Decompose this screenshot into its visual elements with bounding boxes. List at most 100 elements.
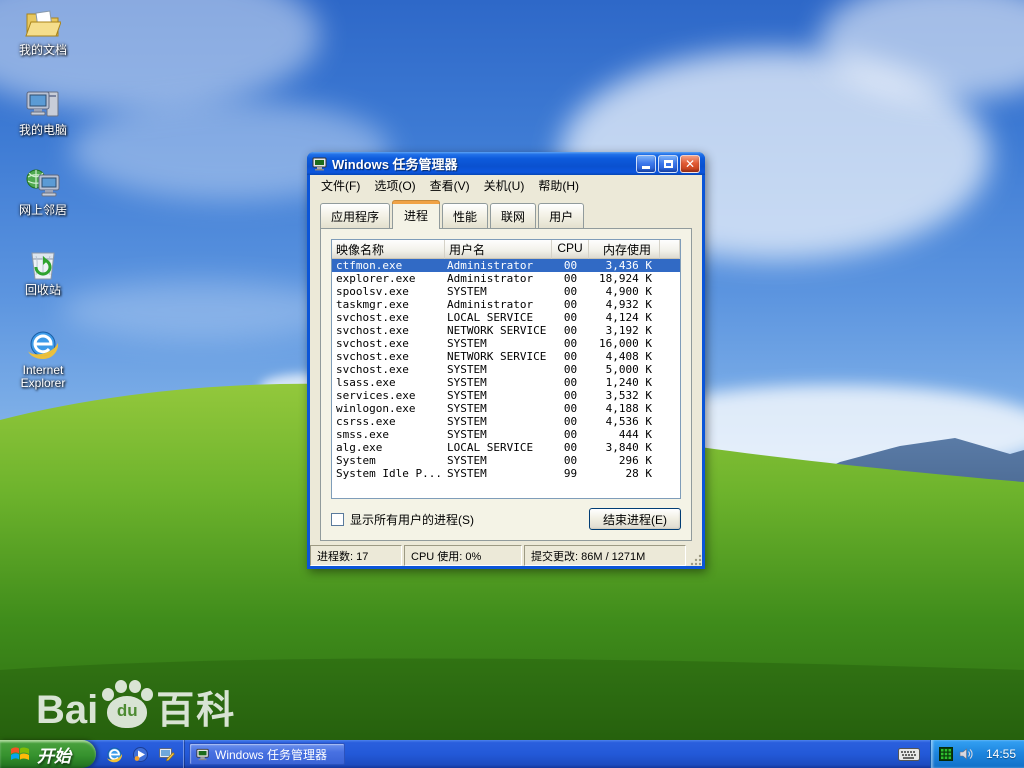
ie-quick-launch-icon[interactable]	[106, 746, 123, 763]
process-image-name: System	[336, 454, 376, 467]
maximize-button[interactable]	[658, 154, 678, 173]
process-cpu: 99	[563, 467, 578, 480]
process-mem-usage: 4,188 K	[605, 402, 652, 415]
desktop-icon-my-computer[interactable]: 我的电脑	[4, 86, 82, 137]
menu-help[interactable]: 帮助(H)	[531, 175, 586, 196]
tab-applications[interactable]: 应用程序	[320, 203, 391, 228]
watermark-text-du: du	[116, 701, 138, 720]
process-image-name: services.exe	[336, 389, 416, 402]
process-cpu: 00	[563, 389, 578, 402]
internet-explorer-icon	[24, 326, 62, 362]
menu-view[interactable]: 查看(V)	[423, 175, 477, 196]
desktop-icon-internet-explorer[interactable]: Internet Explorer	[4, 326, 82, 390]
process-user-name: Administrator	[447, 272, 534, 285]
process-cpu: 00	[563, 441, 578, 454]
process-row[interactable]: explorer.exe Administrator 00 18,924 K	[332, 272, 680, 285]
process-user-name: Administrator	[447, 298, 534, 311]
process-cpu: 00	[563, 402, 578, 415]
bottom-controls: 显示所有用户的进程(S) 结束进程(E)	[331, 508, 681, 530]
process-row[interactable]: winlogon.exe SYSTEM 00 4,188 K	[332, 402, 680, 415]
process-user-name: SYSTEM	[447, 467, 487, 480]
desktop-icon-label: 我的文档	[18, 43, 67, 57]
menu-options[interactable]: 选项(O)	[367, 175, 422, 196]
process-row[interactable]: svchost.exe NETWORK SERVICE 00 3,192 K	[332, 324, 680, 337]
taskbar-clock[interactable]: 14:55	[986, 747, 1016, 761]
close-button[interactable]: ✕	[680, 154, 700, 173]
process-mem-usage: 4,124 K	[605, 311, 652, 324]
menu-file[interactable]: 文件(F)	[314, 175, 367, 196]
process-user-name: SYSTEM	[447, 285, 487, 298]
process-row[interactable]: svchost.exe SYSTEM 00 16,000 K	[332, 337, 680, 350]
process-row[interactable]: svchost.exe NETWORK SERVICE 00 4,408 K	[332, 350, 680, 363]
process-cpu: 00	[563, 454, 578, 467]
process-row[interactable]: svchost.exe SYSTEM 00 5,000 K	[332, 363, 680, 376]
taskbar-button-task-manager[interactable]: Windows 任务管理器	[189, 743, 345, 765]
process-row[interactable]: System SYSTEM 00 296 K	[332, 454, 680, 467]
resize-grip[interactable]	[688, 545, 702, 566]
process-image-name: alg.exe	[336, 441, 383, 454]
window-titlebar[interactable]: Windows 任务管理器 ✕	[307, 152, 705, 175]
tab-users[interactable]: 用户	[538, 203, 585, 228]
baidu-paw-icon: du	[100, 680, 154, 732]
desktop-icon-my-documents[interactable]: 我的文档	[4, 6, 82, 57]
show-desktop-quick-launch-icon[interactable]	[158, 746, 175, 763]
task-manager-window: Windows 任务管理器 ✕ 文件(F) 选项(O) 查看(V) 关机(U) …	[307, 152, 705, 569]
taskbar: 开始 Windows 任务管理器 14:55	[0, 740, 1024, 768]
process-image-name: System Idle P...	[336, 467, 442, 480]
process-image-name: ctfmon.exe	[336, 259, 403, 272]
task-manager-icon	[312, 157, 327, 170]
desktop-icon-network-places[interactable]: 网上邻居	[4, 166, 82, 217]
process-image-name: taskmgr.exe	[336, 298, 409, 311]
process-row[interactable]: alg.exe LOCAL SERVICE 00 3,840 K	[332, 441, 680, 454]
process-mem-usage: 3,532 K	[605, 389, 652, 402]
process-row[interactable]: csrss.exe SYSTEM 00 4,536 K	[332, 415, 680, 428]
language-keyboard-icon[interactable]	[898, 747, 920, 761]
process-user-name: LOCAL SERVICE	[447, 441, 534, 454]
tab-performance[interactable]: 性能	[442, 203, 489, 228]
volume-tray-icon[interactable]	[959, 747, 973, 761]
process-cpu: 00	[563, 363, 578, 376]
process-row[interactable]: taskmgr.exe Administrator 00 4,932 K	[332, 298, 680, 311]
task-manager-icon	[196, 748, 209, 760]
process-mem-usage: 18,924 K	[599, 272, 652, 285]
process-row[interactable]: spoolsv.exe SYSTEM 00 4,900 K	[332, 285, 680, 298]
process-image-name: winlogon.exe	[336, 402, 416, 415]
process-list: 映像名称 用户名 CPU 内存使用 ctfmon.exe Administrat…	[331, 239, 681, 499]
process-row[interactable]: services.exe SYSTEM 00 3,532 K	[332, 389, 680, 402]
desktop-icon-label: 回收站	[24, 283, 61, 297]
column-header-mem-usage[interactable]: 内存使用	[589, 240, 660, 259]
process-cpu: 00	[563, 272, 578, 285]
start-button[interactable]: 开始	[0, 740, 96, 768]
menu-shutdown[interactable]: 关机(U)	[477, 175, 532, 196]
cpu-meter-tray-icon[interactable]	[939, 747, 953, 761]
network-places-icon	[24, 166, 62, 202]
process-mem-usage: 4,900 K	[605, 285, 652, 298]
process-row[interactable]: System Idle P... SYSTEM 99 28 K	[332, 467, 680, 480]
desktop-icon-recycle-bin[interactable]: 回收站	[4, 246, 82, 297]
status-bar: 进程数: 17 CPU 使用: 0% 提交更改: 86M / 1271M	[310, 545, 702, 566]
column-header-cpu[interactable]: CPU	[552, 240, 589, 259]
tab-networking[interactable]: 联网	[490, 203, 537, 228]
column-header-image-name[interactable]: 映像名称	[332, 240, 445, 259]
show-all-users-checkbox[interactable]	[331, 512, 344, 526]
desktop-icon-label: 网上邻居	[18, 203, 67, 217]
process-mem-usage: 3,840 K	[605, 441, 652, 454]
process-cpu: 00	[563, 337, 578, 350]
status-cpu-usage: CPU 使用: 0%	[404, 545, 522, 566]
process-mem-usage: 4,536 K	[605, 415, 652, 428]
process-user-name: SYSTEM	[447, 389, 487, 402]
process-row[interactable]: lsass.exe SYSTEM 00 1,240 K	[332, 376, 680, 389]
process-row[interactable]: ctfmon.exe Administrator 00 3,436 K	[332, 259, 680, 272]
process-cpu: 00	[563, 285, 578, 298]
baidu-baike-watermark: Bai du 百科	[36, 680, 236, 732]
media-player-quick-launch-icon[interactable]	[132, 746, 149, 763]
process-cpu: 00	[563, 324, 578, 337]
minimize-button[interactable]	[636, 154, 656, 173]
process-cpu: 00	[563, 376, 578, 389]
process-cpu: 00	[563, 350, 578, 363]
process-row[interactable]: svchost.exe LOCAL SERVICE 00 4,124 K	[332, 311, 680, 324]
tab-processes[interactable]: 进程	[392, 200, 441, 229]
end-process-button[interactable]: 结束进程(E)	[589, 508, 681, 530]
process-row[interactable]: smss.exe SYSTEM 00 444 K	[332, 428, 680, 441]
column-header-user-name[interactable]: 用户名	[445, 240, 552, 259]
